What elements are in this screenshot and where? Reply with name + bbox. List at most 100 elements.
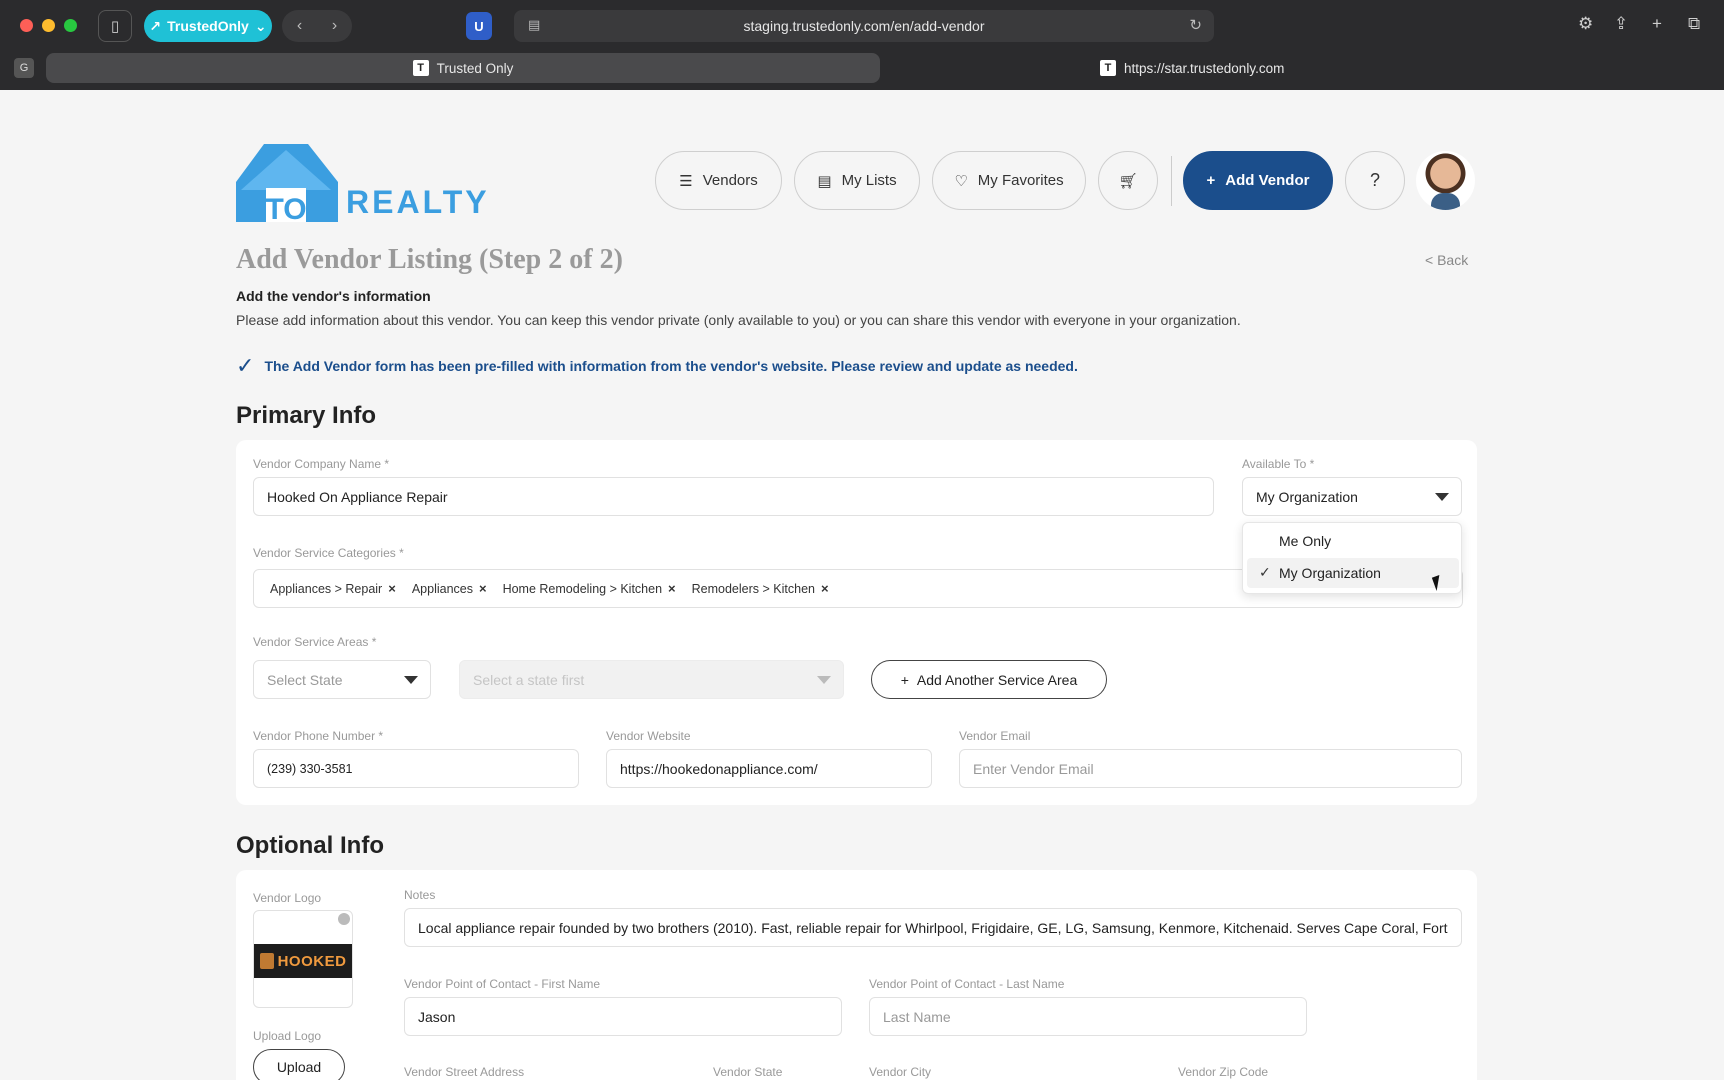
remove-chip-icon[interactable]: ×	[479, 581, 487, 596]
clipboard-list-icon: ▤	[817, 172, 832, 190]
company-name-label: Vendor Company Name *	[253, 457, 390, 471]
nav-divider	[1171, 156, 1172, 206]
maximize-window-button[interactable]	[64, 19, 77, 32]
hooked-logo-image: HOOKED	[254, 944, 352, 978]
upload-button[interactable]: Upload	[253, 1049, 345, 1080]
share-icon[interactable]: ⇪	[1614, 14, 1628, 34]
add-vendor-button[interactable]: + Add Vendor	[1183, 151, 1333, 210]
category-chip: Remodelers > Kitchen ×	[692, 581, 829, 596]
chevron-down-icon: ⌄	[254, 17, 267, 34]
remove-chip-icon[interactable]: ×	[668, 581, 676, 596]
reload-icon[interactable]: ↻	[1189, 16, 1202, 34]
caret-down-icon	[404, 676, 418, 684]
form-subheading: Add the vendor's information	[236, 288, 431, 304]
close-window-button[interactable]	[20, 19, 33, 32]
nav-vendors-button[interactable]: ☰ Vendors	[655, 151, 782, 210]
add-service-area-label: Add Another Service Area	[916, 671, 1078, 688]
option-me-only[interactable]: Me Only	[1247, 526, 1459, 556]
avatar[interactable]	[1416, 151, 1475, 210]
email-input[interactable]: Enter Vendor Email	[959, 749, 1462, 788]
category-chip: Appliances > Repair ×	[270, 581, 396, 596]
trustedonly-extension-button[interactable]: ↗ TrustedOnly ⌄	[144, 10, 272, 42]
city-select: Select a state first	[459, 660, 844, 699]
back-link[interactable]: < Back	[1425, 252, 1468, 268]
tab-overview-icon[interactable]: ⧉	[1688, 14, 1700, 34]
chip-label: Appliances > Repair	[270, 581, 383, 596]
website-input[interactable]: https://hookedonappliance.com/	[606, 749, 932, 788]
notes-input[interactable]: Local appliance repair founded by two br…	[404, 908, 1462, 947]
remove-chip-icon[interactable]: ×	[821, 581, 829, 596]
page-settings-icon[interactable]: ▤	[528, 17, 540, 33]
nav-vendors-label: Vendors	[702, 172, 758, 189]
help-button[interactable]: ?	[1345, 151, 1405, 210]
chip-label: Remodelers > Kitchen	[691, 581, 815, 596]
first-name-label: Vendor Point of Contact - First Name	[404, 977, 601, 991]
extension-label: TrustedOnly	[167, 18, 249, 34]
email-label: Vendor Email	[959, 729, 1031, 743]
add-service-area-button[interactable]: + Add Another Service Area	[871, 660, 1107, 699]
remove-logo-icon[interactable]	[338, 913, 350, 925]
caret-down-icon	[817, 676, 831, 684]
notes-label: Notes	[404, 888, 436, 902]
last-name-input[interactable]: Last Name	[869, 997, 1307, 1036]
chip-label: Appliances	[411, 581, 473, 596]
history-nav: ‹ ›	[282, 10, 352, 42]
primary-info-card: Vendor Company Name * Hooked On Applianc…	[236, 440, 1477, 805]
category-chip: Appliances ×	[412, 581, 487, 596]
address-bar[interactable]: ▤ staging.trustedonly.com/en/add-vendor …	[514, 10, 1214, 42]
last-name-label: Vendor Point of Contact - Last Name	[869, 977, 1065, 991]
cart-button[interactable]: 🛒︎	[1098, 151, 1158, 210]
list-icon: ☰	[679, 172, 693, 190]
heart-icon: ♡	[954, 172, 968, 190]
logo-realty-text: REALTY	[346, 184, 490, 220]
forward-arrow-icon[interactable]: ›	[332, 17, 337, 35]
tab-group-button[interactable]: G	[14, 58, 34, 78]
available-to-select[interactable]: My Organization	[1242, 477, 1462, 516]
svg-text:TO: TO	[265, 193, 306, 222]
tab-trusted-only[interactable]: T Trusted Only	[46, 53, 880, 83]
nav-my-lists-button[interactable]: ▤ My Lists	[794, 151, 920, 210]
gear-icon[interactable]: ⚙	[1578, 14, 1593, 34]
state-select[interactable]: Select State	[253, 660, 431, 699]
browser-chrome: ▯ ↗ TrustedOnly ⌄ ‹ › U ▤ staging.truste…	[0, 0, 1724, 90]
option-label: My Organization	[1279, 565, 1381, 581]
caret-down-icon	[1435, 493, 1449, 501]
first-name-input[interactable]: Jason	[404, 997, 842, 1036]
nav-my-lists-label: My Lists	[841, 172, 897, 189]
available-to-value: My Organization	[1256, 488, 1358, 505]
to-realty-logo[interactable]: TO REALTY	[236, 140, 487, 226]
category-chip: Home Remodeling > Kitchen ×	[503, 581, 676, 596]
vendor-logo-preview: HOOKED	[253, 910, 353, 1008]
cart-icon: 🛒︎	[1118, 172, 1138, 190]
vendor-logo-label: Vendor Logo	[253, 891, 322, 905]
phone-input[interactable]: (239) 330-3581	[253, 749, 579, 788]
vendor-logo-text: HOOKED	[277, 952, 347, 970]
company-name-input[interactable]: Hooked On Appliance Repair	[253, 477, 1214, 516]
checkmark-icon: ✓	[1259, 564, 1271, 580]
prefill-notice: ✓ The Add Vendor form has been pre-fille…	[236, 353, 1078, 379]
nav-my-favorites-button[interactable]: ♡ My Favorites	[932, 151, 1086, 210]
sidebar-toggle-icon[interactable]: ▯	[98, 10, 132, 42]
tab-star-trustedonly[interactable]: T https://star.trustedonly.com	[1100, 53, 1630, 83]
bitwarden-shield-icon[interactable]: U	[466, 12, 492, 40]
phone-label: Vendor Phone Number *	[253, 729, 384, 743]
tab-label: https://star.trustedonly.com	[1124, 60, 1285, 76]
upload-logo-label: Upload Logo	[253, 1029, 322, 1043]
house-logo-icon: TO	[236, 144, 338, 226]
plus-icon: +	[1206, 172, 1216, 189]
trustedonly-favicon-icon: T	[412, 60, 429, 76]
available-to-menu: Me Only ✓ My Organization	[1242, 522, 1462, 594]
plus-icon: +	[900, 671, 909, 688]
minimize-window-button[interactable]	[42, 19, 55, 32]
vendor-zip-label: Vendor Zip Code	[1178, 1065, 1269, 1079]
option-my-organization[interactable]: ✓ My Organization	[1247, 558, 1459, 588]
chip-label: Home Remodeling > Kitchen	[502, 581, 663, 596]
optional-info-heading: Optional Info	[236, 832, 384, 859]
add-vendor-label: Add Vendor	[1225, 172, 1310, 189]
new-tab-icon[interactable]: +	[1652, 14, 1662, 34]
service-areas-label: Vendor Service Areas *	[253, 635, 377, 649]
vendor-city-label: Vendor City	[869, 1065, 932, 1079]
mug-icon	[259, 953, 274, 969]
remove-chip-icon[interactable]: ×	[388, 581, 396, 596]
back-arrow-icon[interactable]: ‹	[297, 17, 302, 35]
